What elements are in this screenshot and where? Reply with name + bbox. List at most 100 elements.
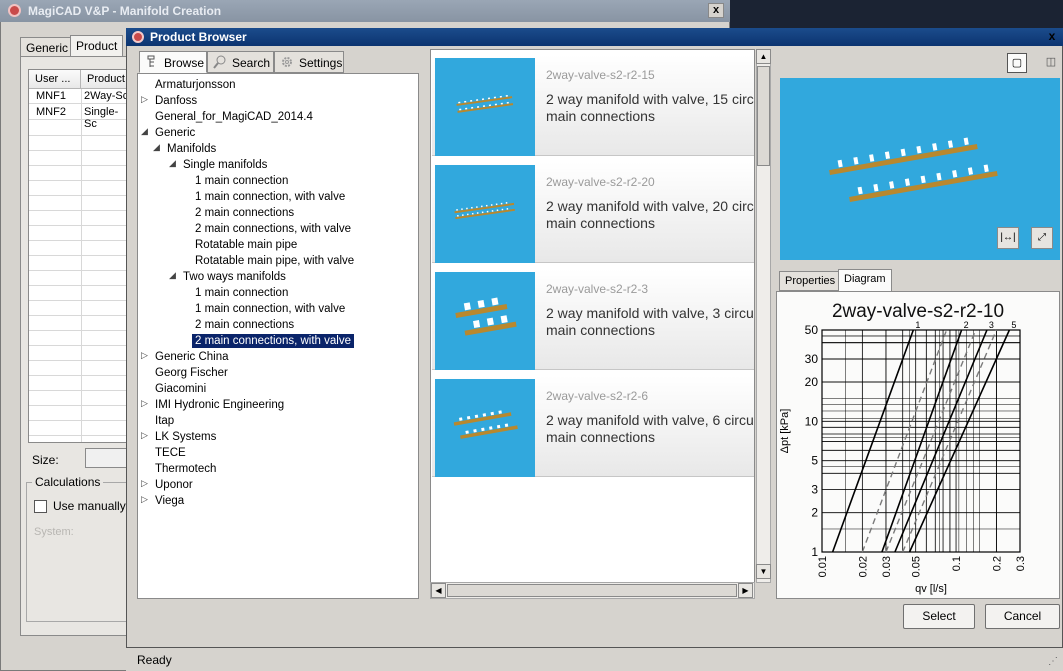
tree-node[interactable]: Georg Fischer [155,366,228,380]
expand-triangle-icon[interactable]: ▷ [141,430,148,441]
product-card[interactable]: 2way-valve-s2-r2-15 2 way manifold with … [432,55,754,156]
table-row[interactable]: MNF2 Single-Sc [29,105,127,130]
tree-node[interactable]: 1 main connection, with valve [195,302,345,316]
tree-node[interactable]: Manifolds [167,142,216,156]
expand-triangle-icon[interactable]: ▷ [141,494,148,505]
tab-settings-label: Settings [299,56,343,70]
tree-node[interactable]: Generic [155,126,195,140]
empty-table-row [29,421,127,436]
collapse-triangle-icon[interactable]: ◢ [141,126,148,137]
vertical-scroll-thumb[interactable] [757,66,770,166]
tree-node[interactable]: IMI Hydronic Engineering [155,398,284,412]
product-card[interactable]: 2way-valve-s2-r2-20 2 way manifold with … [432,162,754,263]
tab-diagram[interactable]: Diagram [838,269,892,292]
tree-node[interactable]: Two ways manifolds [183,270,286,284]
scroll-left-button[interactable]: ◀ [431,583,446,598]
horizontal-scroll-thumb[interactable] [447,584,737,597]
scroll-right-button[interactable]: ▶ [738,583,753,598]
scroll-down-button[interactable]: ▼ [756,564,771,579]
expand-triangle-icon[interactable]: ▷ [141,94,148,105]
description-line: main connections [546,215,655,231]
collapse-triangle-icon[interactable]: ◢ [169,158,176,169]
x-tick-label: 0.02 [857,556,869,577]
view-3d-toggle-icon[interactable]: ▢ [1007,53,1027,73]
tree-node[interactable]: 1 main connection [195,286,288,300]
resize-grip-icon[interactable]: ⋰ [1048,656,1058,667]
manifold-creation-titlebar[interactable]: MagiCAD V&P - Manifold Creation x [0,0,730,22]
product-code: 2way-valve-s2-r2-3 [546,282,649,296]
column-header-product[interactable]: Product [81,70,127,89]
tab-properties[interactable]: Properties [779,271,842,291]
tree-node-selected[interactable]: 2 main connections, with valve [192,334,354,348]
system-label: System: [34,526,74,538]
table-row[interactable]: MNF1 2Way-Sc [29,89,127,104]
tree-node[interactable]: Thermotech [155,462,216,476]
x-tick-label: 0.1 [951,556,963,571]
tree-node[interactable]: TECE [155,446,186,460]
tree-node[interactable]: 2 main connections [195,318,294,332]
tab-settings[interactable]: Settings [274,51,344,73]
product-card[interactable]: 2way-valve-s2-r2-3 2 way manifold with v… [432,269,754,370]
empty-table-row [29,331,127,346]
tree-node[interactable]: Armaturjonsson [155,78,236,92]
series-line [908,329,1011,553]
chart-series [831,329,1011,553]
product-list[interactable]: 2way-valve-s2-r2-15 2 way manifold with … [430,49,755,599]
use-manually-checkbox[interactable] [34,500,47,513]
product-description: 2 way manifold with valve, 20 circ main … [546,198,754,232]
tree-node[interactable]: Danfoss [155,94,197,108]
y-tick-label: 10 [805,414,819,428]
tab-search[interactable]: Search [207,51,274,73]
tree-node[interactable]: Itap [155,414,174,428]
tab-product[interactable]: Product [70,35,124,58]
status-text: Ready [137,653,172,667]
collapse-triangle-icon[interactable]: ◢ [153,142,160,153]
use-manually-label: Use manually g [53,499,136,513]
tree-node[interactable]: LK Systems [155,430,216,444]
collapse-triangle-icon[interactable]: ◢ [169,270,176,281]
tree-node[interactable]: Viega [155,494,184,508]
series-line [894,329,988,553]
expand-triangle-icon[interactable]: ▷ [141,350,148,361]
tree-node[interactable]: 1 main connection [195,174,288,188]
tree-node[interactable]: Uponor [155,478,193,492]
tab-browse[interactable]: Browse [139,51,207,73]
cancel-button[interactable]: Cancel [985,604,1060,629]
tree-node[interactable]: Generic China [155,350,229,364]
tab-generic[interactable]: Generic [20,37,75,57]
tree-node[interactable]: Rotatable main pipe [195,238,297,252]
tab-search-label: Search [232,56,271,70]
product-tree[interactable]: Armaturjonsson ▷ Danfoss General_for_Mag… [137,73,419,599]
description-line: main connections [546,322,655,338]
fit-width-icon[interactable]: |↔| [997,227,1019,249]
series-line [861,329,948,553]
expand-triangle-icon[interactable]: ▷ [141,398,148,409]
empty-table-row [29,196,127,211]
window-title: MagiCAD V&P - Manifold Creation [28,4,222,18]
manifold-table[interactable]: User ... Product MNF1 2Way-Sc MNF2 Singl… [28,69,128,443]
fullscreen-icon[interactable]: ⤢ [1031,227,1053,249]
product-thumbnail [435,58,535,156]
tree-node[interactable]: Giacomini [155,382,206,396]
product-code: 2way-valve-s2-r2-6 [546,389,649,403]
empty-table-row [29,316,127,331]
product-card[interactable]: 2way-valve-s2-r2-6 2 way manifold with v… [432,376,754,477]
view-box-icon[interactable]: ◫ [1040,53,1062,73]
expand-triangle-icon[interactable]: ▷ [141,478,148,489]
product-browser-titlebar[interactable]: Product Browser x [126,28,1063,46]
dialog-close-button[interactable]: x [1045,29,1059,43]
tree-node[interactable]: General_for_MagiCAD_2014.4 [155,110,313,124]
empty-table-row [29,301,127,316]
tree-node[interactable]: 2 main connections, with valve [195,222,351,236]
select-button[interactable]: Select [903,604,975,629]
close-button[interactable]: x [708,3,724,18]
tree-node[interactable]: 2 main connections [195,206,294,220]
tree-node[interactable]: Rotatable main pipe, with valve [195,254,354,268]
tree-node[interactable]: Single manifolds [183,158,267,172]
tree-node[interactable]: 1 main connection, with valve [195,190,345,204]
empty-table-row [29,241,127,256]
column-header-user[interactable]: User ... [29,70,81,89]
empty-table-row [29,181,127,196]
scroll-up-button[interactable]: ▲ [756,49,771,64]
manifold-thumbnail-icon [455,297,517,336]
